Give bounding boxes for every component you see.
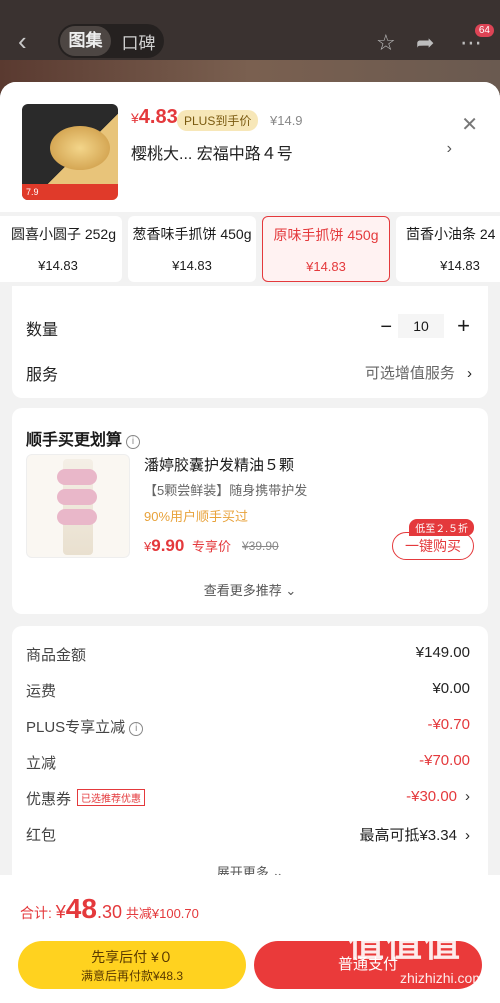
view-toggle[interactable]: 图集 口碑 — [58, 24, 164, 58]
close-icon[interactable]: ✕ — [461, 112, 478, 137]
chevron-right-icon: › — [465, 827, 470, 844]
coupon-selected-tag: 已选推荐优惠 — [77, 789, 146, 806]
chevron-right-icon: › — [467, 365, 472, 382]
variant-option[interactable]: 茴香小油条 24 ¥14.83 — [396, 216, 500, 282]
quantity-input[interactable]: 10 — [398, 314, 444, 338]
capsule-image — [57, 509, 97, 525]
upsell-product-subtitle: 【5颗尝鲜装】随身携带护发 — [144, 483, 308, 498]
capsule-image — [57, 469, 97, 485]
upsell-purchase-rate: 90%用户顺手买过 — [144, 509, 249, 524]
variant-option-selected[interactable]: 原味手抓饼 450g ¥14.83 — [262, 216, 390, 282]
variant-option[interactable]: 葱香味手抓饼 450g ¥14.83 — [128, 216, 256, 282]
upsell-price: ¥9.90 专享价 — [144, 536, 231, 555]
watermark-text: zhizhizhi.com — [399, 970, 484, 986]
back-arrow-icon[interactable]: ‹ — [18, 26, 27, 57]
upsell-product-image[interactable] — [26, 454, 130, 558]
product-header: 7.9 ¥4.83 PLUS到手价 ¥14.9 ✕ 樱桃大... 宏福中路４号 … — [0, 82, 500, 212]
star-icon[interactable]: ☆ — [376, 30, 396, 56]
thumbnail-price-tag: 7.9 — [22, 184, 118, 200]
quantity-decrement-button[interactable]: − — [380, 316, 392, 339]
pay-later-button[interactable]: 先享后付 ¥０ 满意后再付款¥48.3 — [18, 941, 246, 989]
discount-badge: 低至２.５折 — [409, 519, 474, 536]
product-thumbnail: 7.9 — [22, 104, 118, 200]
upsell-title: 顺手买更划算 i — [26, 426, 141, 450]
capsule-image — [57, 489, 97, 505]
service-selector[interactable]: 可选增值服务 › — [365, 362, 472, 383]
options-card: 数量 − 10 + 服务 可选增值服务 › — [12, 286, 488, 398]
variant-list: 圆喜小圆子 252g ¥14.83 葱香味手抓饼 450g ¥14.83 原味手… — [0, 212, 500, 286]
plus-price-tag: PLUS到手价 — [177, 110, 259, 131]
delivery-address[interactable]: 樱桃大... 宏福中路４号 — [131, 140, 293, 164]
original-price: ¥14.9 — [270, 113, 303, 128]
quantity-increment-button[interactable]: + — [457, 314, 470, 338]
chevron-right-icon: › — [465, 788, 470, 805]
share-icon[interactable]: ➦ — [416, 30, 434, 56]
variant-option[interactable]: 圆喜小圆子 252g ¥14.83 — [0, 216, 122, 282]
purchase-sheet: 7.9 ¥4.83 PLUS到手价 ¥14.9 ✕ 樱桃大... 宏福中路４号 … — [0, 82, 500, 1003]
message-badge: 64 — [474, 24, 494, 37]
watermark-logo: 值值值 — [348, 923, 463, 964]
upsell-product-name[interactable]: 潘婷胶囊护发精油５颗 — [144, 454, 294, 475]
product-price: ¥4.83 — [131, 106, 178, 128]
total-savings: 共减¥100.70 — [125, 906, 199, 921]
order-total: 合计: ¥48.30 共减¥100.70 — [20, 893, 199, 924]
chevron-right-icon[interactable]: › — [447, 140, 452, 158]
tab-reviews[interactable]: 口碑 — [113, 29, 164, 54]
more-recommendations-link[interactable]: 查看更多推荐 ⌄ — [12, 580, 488, 599]
tab-gallery[interactable]: 图集 — [60, 26, 111, 56]
order-summary-card: 商品金额 ¥149.00 运费 ¥0.00 PLUS专享立减 i -¥0.70 立减 -… — [12, 626, 488, 896]
product-image — [50, 126, 110, 170]
upsell-original-price: ¥39.90 — [242, 539, 279, 553]
info-icon[interactable]: i — [129, 722, 144, 736]
chevron-down-icon: ⌄ — [285, 583, 297, 598]
quantity-label: 数量 — [26, 322, 59, 339]
info-icon[interactable]: i — [126, 435, 141, 449]
one-click-buy-button[interactable]: 一键购买 — [392, 532, 474, 560]
upsell-card: 顺手买更划算 i 潘婷胶囊护发精油５颗 【5颗尝鲜装】随身携带护发 90%用户顺手… — [12, 408, 488, 614]
service-label: 服务 — [26, 367, 59, 384]
